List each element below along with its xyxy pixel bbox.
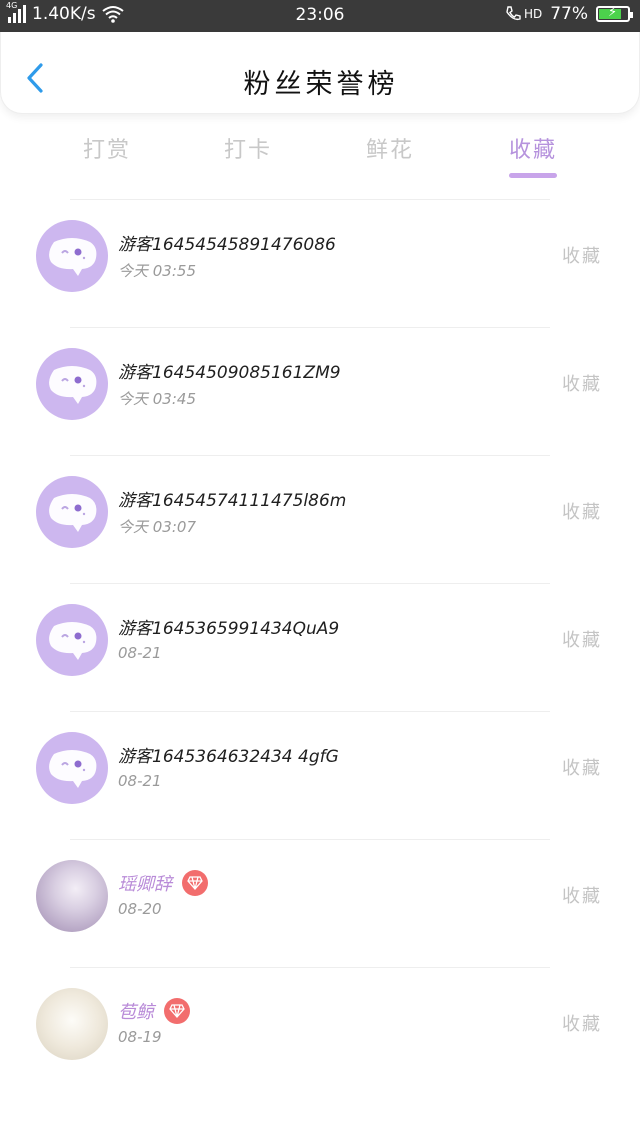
list-item[interactable]: 游客1645364632434 4gfG 08-21 收藏	[0, 712, 640, 840]
guest-avatar-icon[interactable]	[36, 732, 108, 804]
tab-flowers[interactable]: 鲜花	[345, 132, 435, 164]
active-tab-indicator	[509, 173, 557, 178]
user-name: 游客16454545891476086	[118, 235, 336, 255]
page-title: 粉丝荣誉榜	[243, 69, 399, 100]
user-name: 苞鲸	[118, 1002, 154, 1023]
tab-bar: 打赏 打卡 鲜花 收藏	[0, 118, 640, 188]
user-name: 瑶卿辞	[118, 874, 172, 895]
name-line: 游客1645365991434QuA9	[118, 614, 339, 639]
avatar[interactable]	[36, 988, 108, 1060]
battery-percent: 77%	[550, 4, 588, 24]
name-line: 游客16454509085161ZM9	[118, 358, 341, 383]
action-label: 收藏	[562, 630, 602, 651]
avatar[interactable]	[36, 860, 108, 932]
user-name: 游客16454574111475l86m	[118, 491, 347, 511]
tab-favorites[interactable]: 收藏	[488, 132, 578, 164]
tab-checkin[interactable]: 打卡	[203, 132, 293, 164]
timestamp: 08-19	[118, 1028, 162, 1046]
status-bar: 4G 1.40K/s 23:06 HD 77% ⚡	[0, 0, 640, 32]
list-item[interactable]: 游客16454545891476086 今天 03:55 收藏	[0, 200, 640, 328]
user-name: 游客1645365991434QuA9	[118, 619, 340, 639]
action-label: 收藏	[562, 1014, 602, 1035]
guest-avatar-icon[interactable]	[36, 604, 108, 676]
list-item[interactable]: 瑶卿辞 08-20 收藏	[0, 840, 640, 968]
timestamp: 今天 03:55	[118, 262, 196, 280]
name-line: 游客16454574111475l86m	[118, 486, 346, 511]
action-label: 收藏	[562, 886, 602, 907]
name-line: 苞鲸	[118, 998, 190, 1024]
list-item[interactable]: 游客1645365991434QuA9 08-21 收藏	[0, 584, 640, 712]
timestamp: 今天 03:45	[118, 390, 196, 408]
charging-icon: ⚡	[608, 5, 618, 20]
action-label: 收藏	[562, 246, 602, 267]
timestamp: 今天 03:07	[118, 518, 196, 536]
timestamp: 08-21	[118, 644, 162, 662]
user-name: 游客1645364632434 4gfG	[118, 747, 339, 767]
diamond-icon	[164, 998, 190, 1024]
battery-icon: ⚡	[596, 5, 633, 22]
timestamp: 08-20	[118, 900, 162, 918]
diamond-icon	[182, 870, 208, 896]
action-label: 收藏	[562, 758, 602, 779]
tab-reward[interactable]: 打赏	[62, 132, 152, 164]
action-label: 收藏	[562, 502, 602, 523]
guest-avatar-icon[interactable]	[36, 476, 108, 548]
name-line: 瑶卿辞	[118, 870, 208, 896]
name-line: 游客16454545891476086	[118, 230, 336, 255]
guest-avatar-icon[interactable]	[36, 220, 108, 292]
timestamp: 08-21	[118, 772, 162, 790]
phone-icon	[506, 6, 521, 21]
header: 粉丝荣誉榜	[0, 32, 640, 114]
list-item[interactable]: 苞鲸 08-19 收藏	[0, 968, 640, 1096]
user-name: 游客16454509085161ZM9	[118, 363, 341, 383]
list-item[interactable]: 游客16454574111475l86m 今天 03:07 收藏	[0, 456, 640, 584]
list-item[interactable]: 游客16454509085161ZM9 今天 03:45 收藏	[0, 328, 640, 456]
status-right: HD 77% ⚡	[504, 4, 633, 24]
hd-label: HD	[523, 7, 543, 21]
guest-avatar-icon[interactable]	[36, 348, 108, 420]
action-label: 收藏	[562, 374, 602, 395]
name-line: 游客1645364632434 4gfG	[118, 742, 339, 767]
